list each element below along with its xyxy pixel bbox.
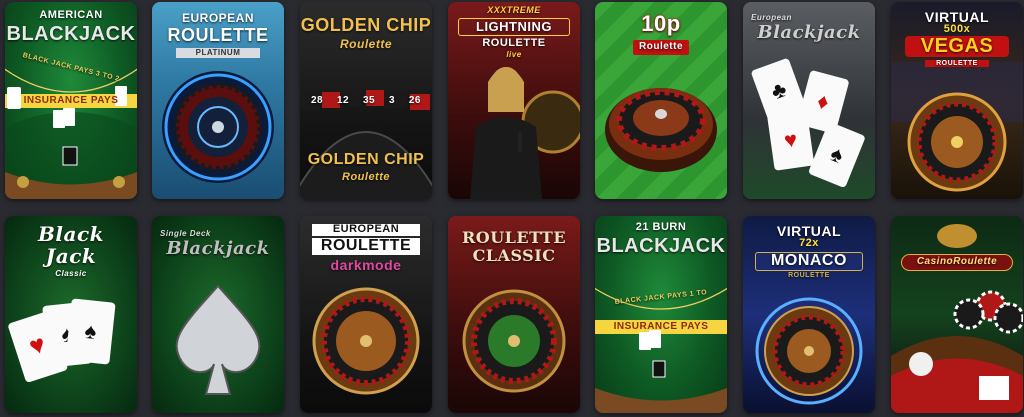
tile-subtitle: Roulette — [633, 40, 689, 55]
tile-subtitle: ROULETTE — [167, 25, 269, 45]
tile-subtitle: BLACKJACK — [596, 235, 726, 257]
game-tile-xxxtreme-lightning-roulette[interactable]: XXXTREME LIGHTNING ROULETTE live — [448, 2, 580, 199]
game-tile-roulette-classic[interactable]: ROULETTE CLASSIC — [448, 216, 580, 413]
tile-extra2: live — [506, 50, 522, 59]
tile-subtitle: 500x — [943, 23, 971, 35]
game-tile-golden-chip-roulette[interactable]: GOLDEN CHIP Roulette 28 12 35 3 26 GOLDE… — [300, 2, 432, 199]
tile-extra: darkmode — [330, 257, 402, 273]
tile-extra2: ROULETTE — [925, 60, 989, 68]
tile-title: 10p — [641, 11, 681, 36]
game-tile-european-roulette-darkmode[interactable]: EUROPEAN ROULETTE darkmode — [300, 216, 432, 413]
wheel-numbers: 28 12 35 3 26 — [304, 95, 428, 107]
tile-extra2: ROULETTE — [788, 272, 830, 279]
tile-extra: ROULETTE — [482, 37, 546, 49]
wheel-number: 3 — [388, 95, 395, 106]
tile-subtitle: 72x — [799, 237, 819, 249]
game-tile-casino-roulette[interactable]: CasinoRoulette — [891, 216, 1023, 413]
tile-subtitle: CLASSIC — [472, 246, 556, 265]
game-tile-virtual-500x-vegas-roulette[interactable]: VIRTUAL 500x VEGAS ROULETTE — [891, 2, 1023, 199]
wheel-number: 35 — [362, 95, 376, 106]
roulette-wheel-art — [891, 224, 1023, 413]
game-tile-10p-roulette[interactable]: 10p Roulette — [595, 2, 727, 199]
tile-extra: Classic — [55, 269, 87, 278]
tile-title: EUROPEAN — [312, 223, 420, 236]
tile-subtitle: LIGHTNING — [458, 18, 570, 36]
tile-title: EUROPEAN — [181, 11, 254, 25]
tile-title: ROULETTE — [461, 228, 567, 247]
tile-extra: PLATINUM — [176, 48, 260, 59]
tile-title: GOLDEN CHIP — [300, 15, 432, 35]
tile-extra: VEGAS — [905, 36, 1009, 57]
tile-title: AMERICAN — [39, 9, 103, 21]
tile-subtitle: ROULETTE — [312, 237, 420, 255]
tile-extra: GOLDEN CHIP — [307, 151, 425, 168]
game-tile-american-blackjack[interactable]: AMERICAN BLACKJACK BLACK JACK PAYS 3 TO … — [5, 2, 137, 199]
game-tile-single-deck-blackjack[interactable]: Single Deck Blackjack — [152, 216, 284, 413]
tile-extra: INSURANCE PAYS — [23, 95, 119, 106]
tile-title: CasinoRoulette — [901, 254, 1013, 271]
game-tile-european-blackjack[interactable]: ♣ ♦ ♥ ♠ European Blackjack — [743, 2, 875, 199]
game-tile-european-roulette-platinum[interactable]: EUROPEAN ROULETTE PLATINUM — [152, 2, 284, 199]
tile-extra: INSURANCE PAYS — [613, 321, 709, 332]
wheel-number: 28 — [310, 95, 324, 106]
game-tile-21-burn-blackjack[interactable]: 21 BURN BLACKJACK BLACK JACK PAYS 1 TO I… — [595, 216, 727, 413]
wheel-number: 26 — [408, 95, 421, 106]
tile-extra2: Roulette — [342, 171, 390, 183]
tile-title: XXXTREME — [487, 5, 541, 15]
tile-subtitle: Blackjack — [757, 22, 861, 43]
tile-title: Black — [38, 222, 104, 246]
tile-subtitle: Roulette — [340, 37, 392, 51]
game-tile-virtual-72x-monaco-roulette[interactable]: VIRTUAL 72x MONACO ROULETTE — [743, 216, 875, 413]
tile-subtitle: Blackjack — [166, 238, 270, 259]
tile-title: 21 BURN — [635, 221, 687, 233]
tile-subtitle: BLACKJACK — [6, 23, 136, 45]
wheel-number: 12 — [336, 95, 350, 106]
tile-extra: MONACO — [755, 252, 863, 271]
game-grid: AMERICAN BLACKJACK BLACK JACK PAYS 3 TO … — [0, 0, 1024, 417]
game-tile-blackjack-classic[interactable]: ♥ ♠ ♠ Black Jack Classic — [5, 216, 137, 413]
tile-subtitle: Jack — [45, 244, 97, 268]
